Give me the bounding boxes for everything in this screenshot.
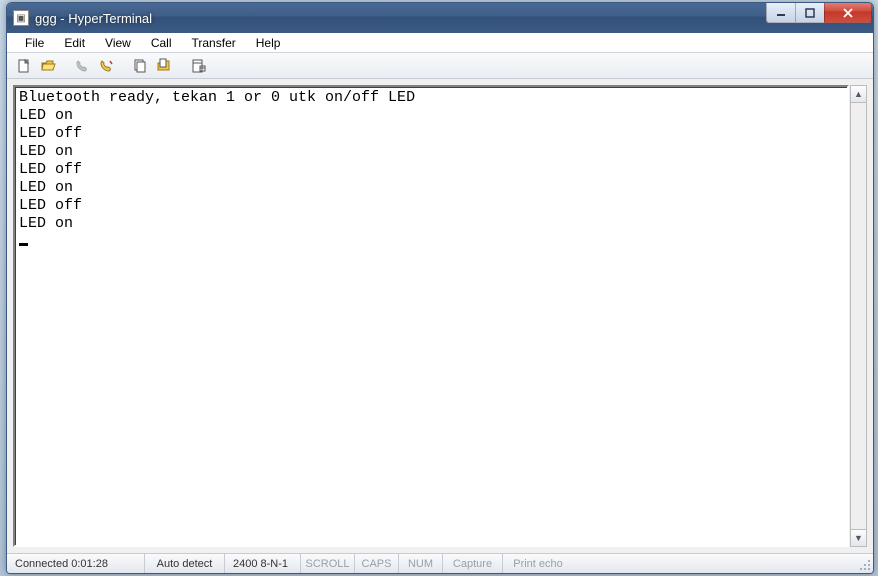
- open-button[interactable]: [37, 56, 59, 76]
- open-folder-icon: [40, 58, 56, 74]
- menu-edit[interactable]: Edit: [54, 34, 95, 52]
- properties-button[interactable]: [187, 56, 209, 76]
- receive-icon: [156, 58, 172, 74]
- cursor-icon: [19, 243, 28, 246]
- menu-file[interactable]: File: [15, 34, 54, 52]
- close-button[interactable]: [824, 3, 872, 23]
- send-icon: [132, 58, 148, 74]
- send-button[interactable]: [129, 56, 151, 76]
- toolbar-separator: [61, 56, 69, 76]
- scroll-down-button[interactable]: ▼: [851, 529, 866, 546]
- terminal-line: LED on: [19, 215, 73, 232]
- app-window: ▣ ggg - HyperTerminal File Edit View Cal…: [6, 2, 874, 574]
- status-scroll: SCROLL: [301, 554, 355, 573]
- terminal-line: LED on: [19, 179, 73, 196]
- toolbar: [7, 53, 873, 79]
- menu-help[interactable]: Help: [246, 34, 291, 52]
- hangup-icon: [98, 58, 114, 74]
- menu-call[interactable]: Call: [141, 34, 182, 52]
- terminal-output[interactable]: Bluetooth ready, tekan 1 or 0 utk on/off…: [13, 85, 849, 547]
- resize-grip[interactable]: [855, 554, 873, 573]
- terminal-line: LED on: [19, 107, 73, 124]
- properties-icon: [190, 58, 206, 74]
- status-line-settings: 2400 8-N-1: [225, 554, 301, 573]
- status-caps: CAPS: [355, 554, 399, 573]
- status-num: NUM: [399, 554, 443, 573]
- status-capture: Capture: [443, 554, 503, 573]
- minimize-button[interactable]: [766, 3, 796, 23]
- status-detect: Auto detect: [145, 554, 225, 573]
- receive-button[interactable]: [153, 56, 175, 76]
- scroll-up-button[interactable]: ▲: [851, 86, 866, 103]
- terminal-line: LED on: [19, 143, 73, 160]
- maximize-button[interactable]: [795, 3, 825, 23]
- toolbar-separator: [119, 56, 127, 76]
- menu-transfer[interactable]: Transfer: [182, 34, 246, 52]
- menu-view[interactable]: View: [95, 34, 141, 52]
- terminal-line: LED off: [19, 197, 82, 214]
- terminal-line: LED off: [19, 161, 82, 178]
- app-icon: ▣: [13, 10, 29, 26]
- titlebar[interactable]: ▣ ggg - HyperTerminal: [7, 3, 873, 33]
- status-connection: Connected 0:01:28: [7, 554, 145, 573]
- toolbar-separator: [177, 56, 185, 76]
- new-file-icon: [16, 58, 32, 74]
- window-controls: [767, 3, 872, 23]
- call-icon: [74, 58, 90, 74]
- hangup-button[interactable]: [95, 56, 117, 76]
- terminal-line: Bluetooth ready, tekan 1 or 0 utk on/off…: [19, 89, 415, 106]
- statusbar: Connected 0:01:28 Auto detect 2400 8-N-1…: [7, 553, 873, 573]
- status-print-echo: Print echo: [503, 554, 573, 573]
- menubar: File Edit View Call Transfer Help: [7, 33, 873, 53]
- terminal-line: LED off: [19, 125, 82, 142]
- call-button[interactable]: [71, 56, 93, 76]
- new-file-button[interactable]: [13, 56, 35, 76]
- window-title: ggg - HyperTerminal: [35, 11, 152, 26]
- vertical-scrollbar[interactable]: ▲ ▼: [850, 85, 867, 547]
- resize-grip-icon: [859, 559, 871, 571]
- terminal-area: Bluetooth ready, tekan 1 or 0 utk on/off…: [7, 79, 873, 553]
